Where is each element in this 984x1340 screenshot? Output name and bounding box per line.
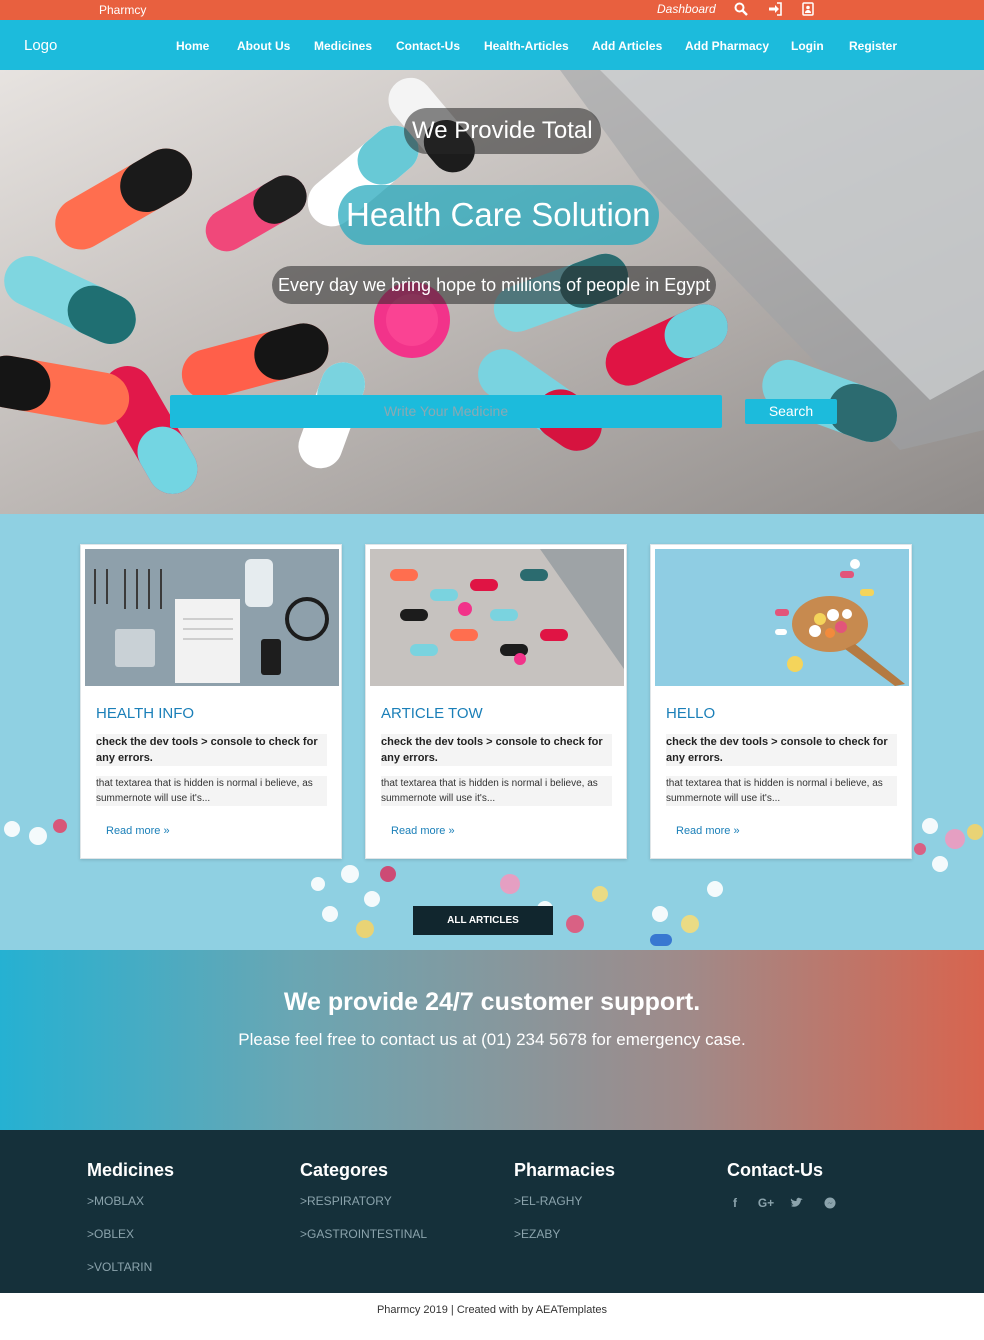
footer-link[interactable]: >MOBLAX	[87, 1194, 174, 1214]
google-plus-icon[interactable]: G+	[755, 1196, 777, 1212]
article-title[interactable]: HELLO	[666, 705, 715, 722]
footer-heading: Contact-Us	[727, 1160, 824, 1180]
user-card-icon[interactable]	[801, 2, 817, 18]
article-card-3: HELLO check the dev tools > console to c…	[650, 544, 912, 859]
nav-medicines[interactable]: Medicines	[314, 39, 372, 53]
nav-login[interactable]: Login	[791, 39, 824, 53]
chevron-right-icon: >	[87, 1227, 95, 1241]
nav-add-pharmacy[interactable]: Add Pharmacy	[685, 39, 769, 53]
nav-contact-us[interactable]: Contact-Us	[396, 39, 460, 53]
footer-heading: Medicines	[87, 1160, 175, 1180]
chevron-right-icon: >	[87, 1194, 95, 1208]
chevron-right-icon: >	[514, 1227, 522, 1241]
chevron-right-icon: >	[87, 1260, 95, 1274]
articles-section: HEALTH INFO check the dev tools > consol…	[0, 514, 984, 950]
article-excerpt: that textarea that is hidden is normal i…	[96, 776, 327, 806]
twitter-icon[interactable]	[789, 1196, 805, 1212]
nav-home[interactable]: Home	[176, 39, 209, 53]
brand-name: Pharmcy	[99, 3, 147, 17]
read-more-link[interactable]: Read more »	[391, 825, 455, 837]
article-card-2: ARTICLE TOW check the dev tools > consol…	[365, 544, 627, 859]
nav-about-us[interactable]: About Us	[237, 39, 290, 53]
footer-link[interactable]: >EL-RAGHY	[514, 1194, 615, 1214]
hero-tagline: Every day we bring hope to millions of p…	[272, 266, 717, 304]
footer-link[interactable]: >GASTROINTESTINAL	[300, 1227, 427, 1247]
sign-in-icon[interactable]	[768, 2, 784, 18]
read-more-link[interactable]: Read more »	[106, 825, 170, 837]
footer-link[interactable]: >VOLTARIN	[87, 1260, 174, 1280]
footer-contact-column: Contact-Us	[727, 1160, 823, 1181]
chevron-right-icon: >	[300, 1227, 308, 1241]
main-navbar: Logo Home About Us Medicines Contact-Us …	[0, 20, 984, 70]
hero-banner: We Provide Total Health Care Solution Ev…	[0, 70, 984, 514]
messenger-icon[interactable]	[822, 1196, 838, 1212]
article-subtitle: check the dev tools > console to check f…	[381, 734, 612, 766]
footer: Medicines >MOBLAX >OBLEX >VOLTARIN Categ…	[0, 1130, 984, 1293]
article-image-pills	[370, 549, 624, 686]
footer-categories-column: Categores >RESPIRATORY >GASTROINTESTINAL	[300, 1160, 427, 1247]
dashboard-link[interactable]: Dashboard	[657, 2, 716, 16]
top-bar: Pharmcy Dashboard	[0, 0, 984, 20]
footer-heading: Pharmacies	[514, 1160, 616, 1180]
facebook-icon[interactable]: f	[727, 1196, 743, 1212]
nav-health-articles[interactable]: Health-Articles	[484, 39, 569, 53]
site-logo[interactable]: Logo	[24, 37, 57, 54]
read-more-link[interactable]: Read more »	[676, 825, 740, 837]
article-image-health-tools	[85, 549, 339, 686]
hero-line-2: Health Care Solution	[338, 185, 659, 245]
search-button[interactable]: Search	[745, 399, 837, 424]
support-heading: We provide 24/7 customer support.	[283, 988, 701, 1016]
nav-add-articles[interactable]: Add Articles	[592, 39, 662, 53]
copyright-text: Pharmcy 2019 | Created with by AEATempla…	[376, 1304, 608, 1316]
chevron-right-icon: >	[514, 1194, 522, 1208]
support-banner: We provide 24/7 customer support. Please…	[0, 950, 984, 1130]
footer-link[interactable]: >EZABY	[514, 1227, 615, 1247]
article-excerpt: that textarea that is hidden is normal i…	[666, 776, 897, 806]
support-text: Please feel free to contact us at (01) 2…	[238, 1030, 746, 1049]
chevron-right-icon: >	[300, 1194, 308, 1208]
article-title[interactable]: ARTICLE TOW	[381, 705, 483, 722]
search-icon[interactable]	[734, 2, 750, 18]
article-subtitle: check the dev tools > console to check f…	[666, 734, 897, 766]
article-image-spoon-pills	[655, 549, 909, 686]
footer-link[interactable]: >RESPIRATORY	[300, 1194, 427, 1214]
footer-link[interactable]: >OBLEX	[87, 1227, 174, 1247]
footer-heading: Categores	[300, 1160, 389, 1180]
footer-medicines-column: Medicines >MOBLAX >OBLEX >VOLTARIN	[87, 1160, 174, 1280]
article-subtitle: check the dev tools > console to check f…	[96, 734, 327, 766]
article-title[interactable]: HEALTH INFO	[96, 705, 194, 722]
article-excerpt: that textarea that is hidden is normal i…	[381, 776, 612, 806]
nav-register[interactable]: Register	[849, 39, 897, 53]
hero-line-1: We Provide Total	[404, 108, 601, 154]
footer-pharmacies-column: Pharmacies >EL-RAGHY >EZABY	[514, 1160, 615, 1247]
medicine-search-input[interactable]: Write Your Medicine	[170, 395, 722, 428]
article-card-1: HEALTH INFO check the dev tools > consol…	[80, 544, 342, 859]
all-articles-button[interactable]: ALL ARTICLES	[413, 906, 553, 935]
